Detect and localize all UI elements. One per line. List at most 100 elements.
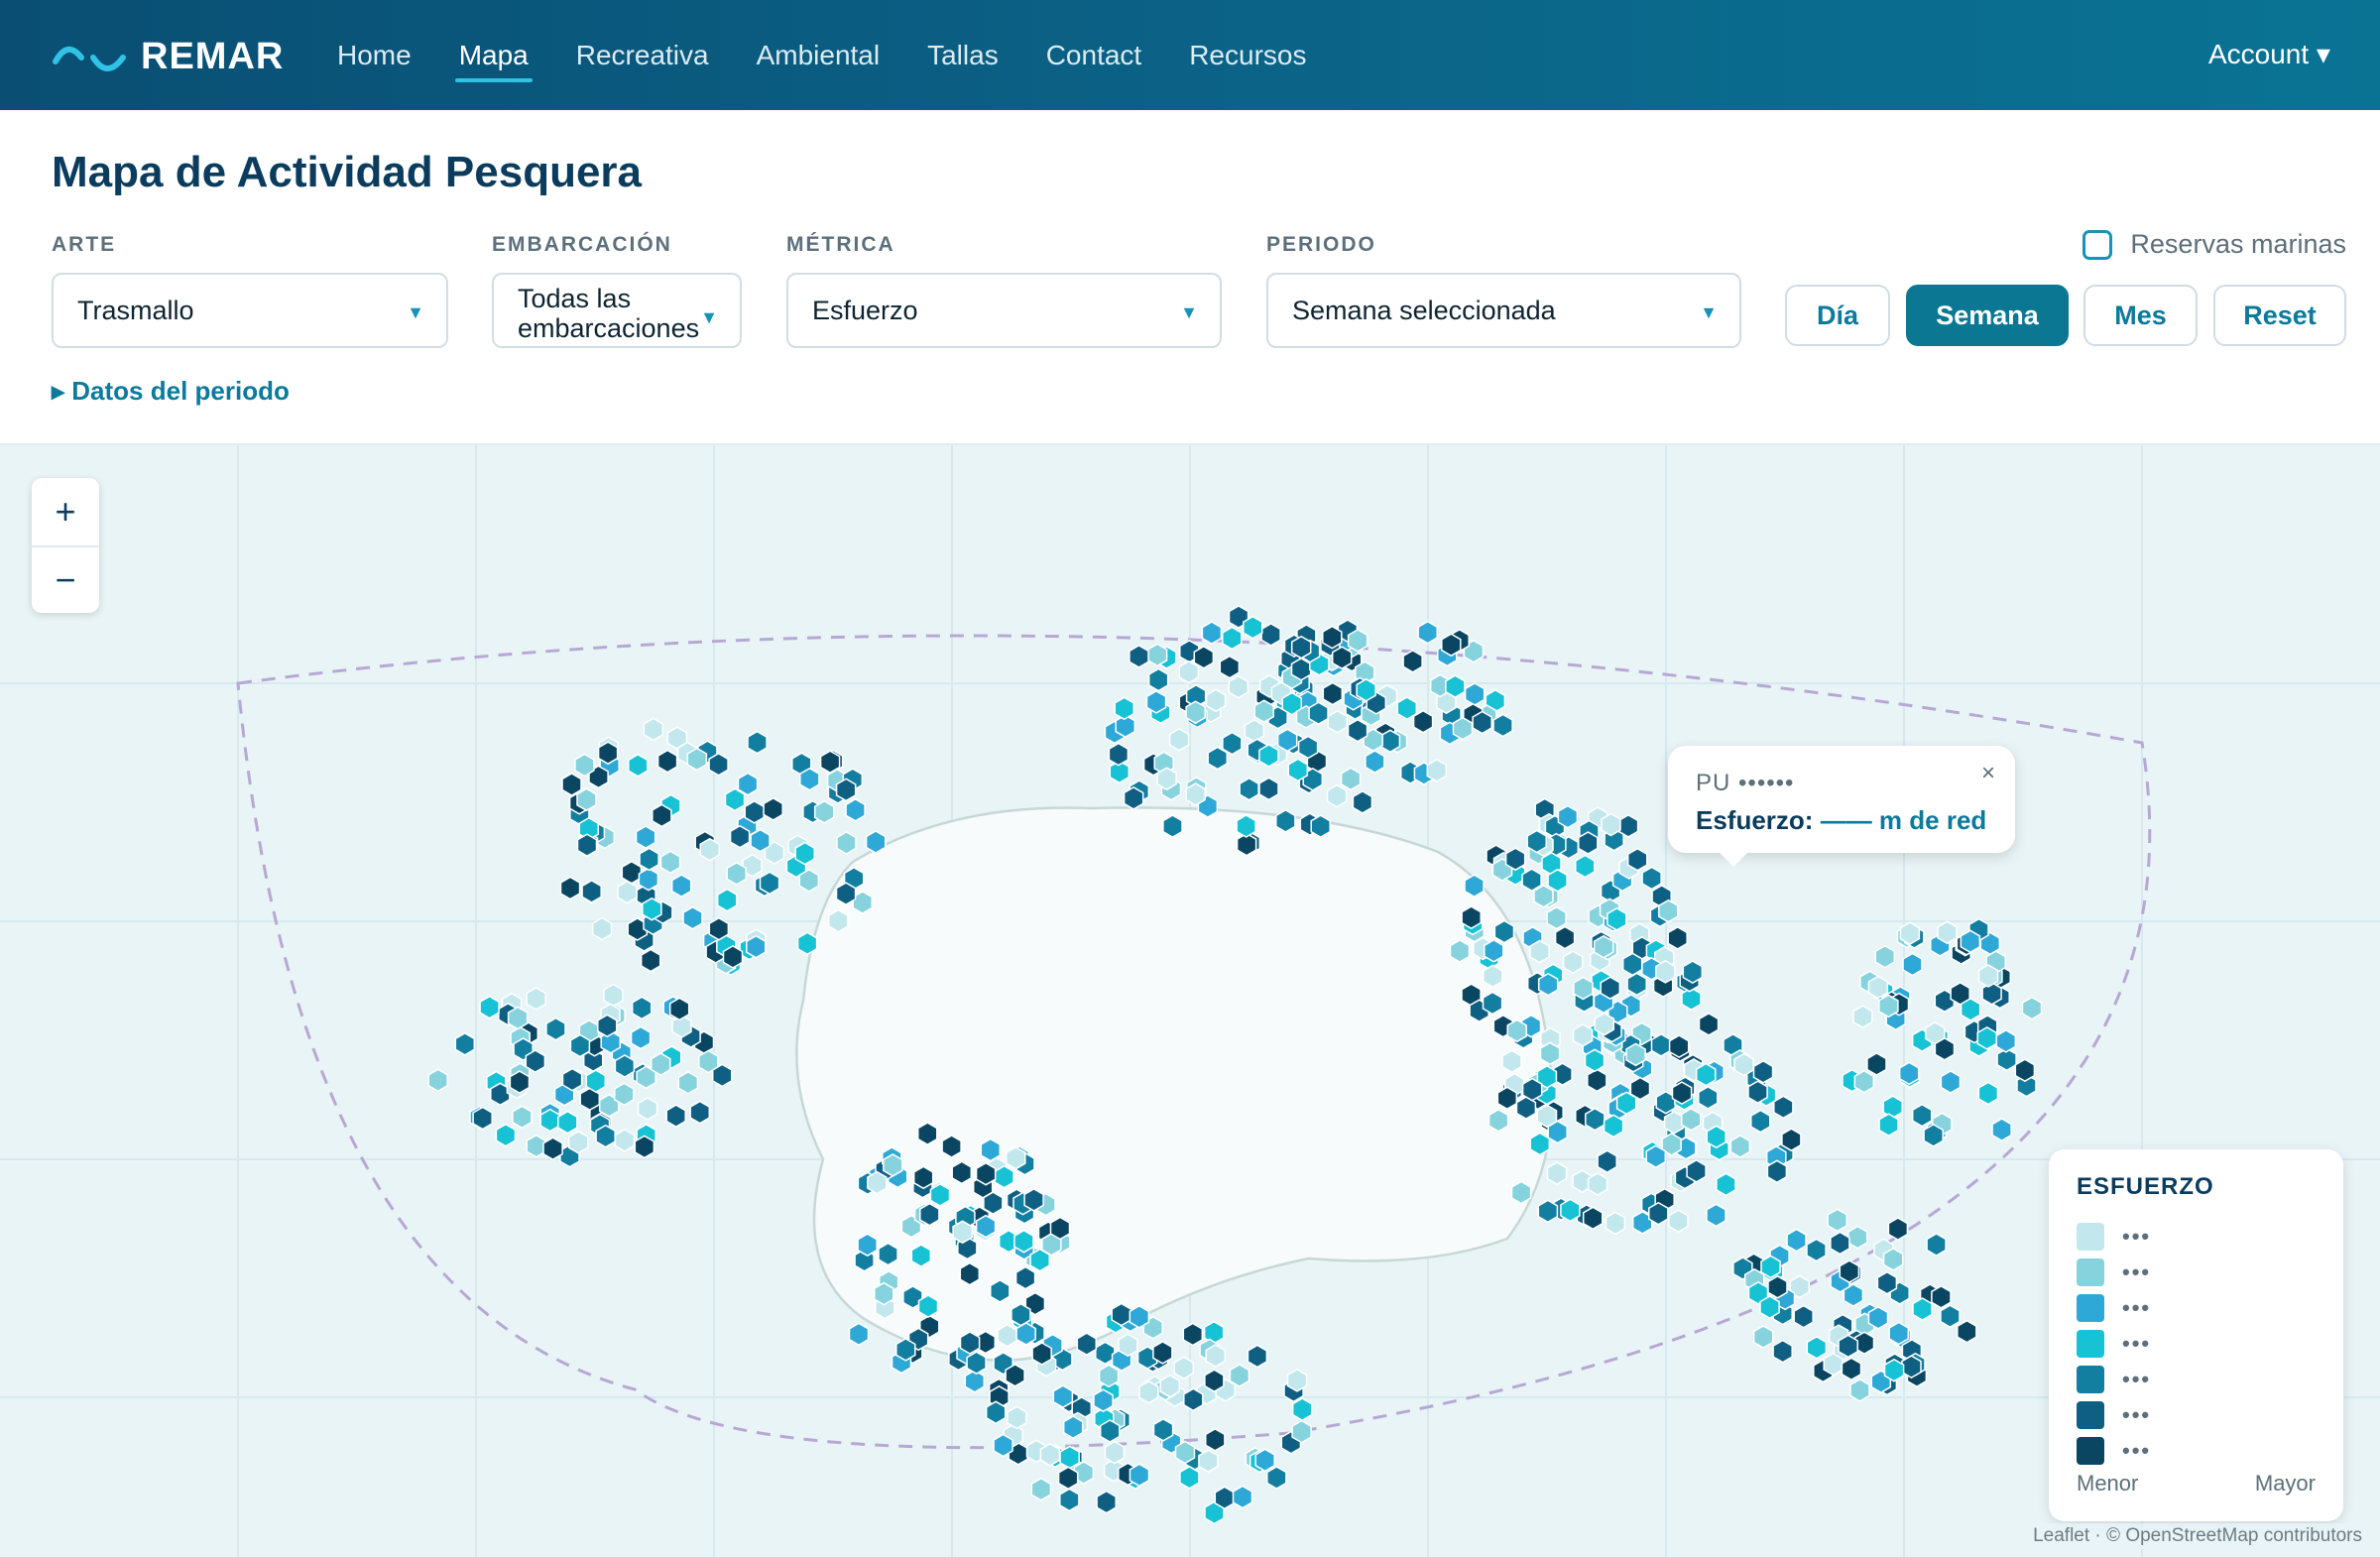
hex-cell[interactable] [1201, 621, 1223, 645]
hex-cell[interactable] [1156, 767, 1177, 791]
hex-cell[interactable] [561, 1067, 583, 1092]
hex-cell[interactable] [1934, 1036, 1956, 1061]
hex-cell[interactable] [1412, 709, 1434, 734]
semana-button[interactable]: Semana [1906, 285, 2069, 346]
hex-cell[interactable] [1347, 718, 1368, 743]
hex-cell[interactable] [910, 1244, 932, 1267]
hex-cell[interactable] [1793, 1304, 1814, 1329]
periodo-select[interactable]: Semana seleccionada ▼ [1266, 273, 1741, 348]
reset-button[interactable]: Reset [2213, 285, 2346, 346]
hex-cell[interactable] [759, 871, 780, 896]
hex-cell[interactable] [1888, 1321, 1910, 1346]
hex-cell[interactable] [631, 996, 653, 1020]
reservas-checkbox[interactable] [2082, 229, 2113, 260]
hex-cell[interactable] [1347, 629, 1368, 653]
hex-cell[interactable] [1706, 1125, 1726, 1149]
hex-cell[interactable] [1146, 643, 1168, 667]
hex-cell[interactable] [708, 916, 730, 941]
hex-cell[interactable] [1594, 1012, 1615, 1036]
hex-cell[interactable] [983, 1191, 1004, 1215]
hex-cell[interactable] [1005, 1363, 1025, 1387]
hex-cell[interactable] [1729, 1135, 1751, 1158]
hex-cell[interactable] [994, 1164, 1014, 1189]
hex-cell[interactable] [1114, 696, 1135, 721]
hex-cell[interactable] [975, 1214, 997, 1239]
hex-cell[interactable] [1781, 1128, 1802, 1152]
metrica-select[interactable]: Esfuerzo ▼ [786, 273, 1222, 348]
hex-cell[interactable] [1554, 925, 1576, 950]
hex-cell[interactable] [1977, 964, 1999, 988]
hex-cell[interactable] [1752, 1325, 1774, 1349]
hex-cell[interactable] [1655, 960, 1676, 984]
hex-cell[interactable] [650, 1052, 671, 1076]
hex-cell[interactable] [966, 1351, 987, 1376]
hex-cell[interactable] [964, 1369, 986, 1393]
hex-cell[interactable] [1526, 829, 1547, 854]
hex-cell[interactable] [652, 803, 672, 828]
hex-cell[interactable] [581, 880, 602, 903]
hex-cell[interactable] [1587, 1068, 1607, 1093]
hex-cell[interactable] [1247, 1344, 1268, 1369]
map-view[interactable]: + − × PU •••••• Esfuerzo: —— m de red ES… [0, 445, 2380, 1557]
hex-cell[interactable] [1029, 1248, 1050, 1272]
hex-cell[interactable] [1911, 1103, 1933, 1128]
hex-cell[interactable] [1449, 939, 1471, 963]
hex-cell[interactable] [1076, 1332, 1098, 1357]
hex-cell[interactable] [1960, 929, 1981, 954]
hex-cell[interactable] [1445, 674, 1466, 699]
hex-cell[interactable] [1253, 699, 1274, 724]
hex-cell[interactable] [1290, 635, 1312, 659]
hex-cell[interactable] [1492, 713, 1513, 738]
hex-cell[interactable] [640, 948, 661, 973]
hex-cell[interactable] [545, 1017, 566, 1041]
hex-cell[interactable] [509, 1070, 531, 1094]
hex-cell[interactable] [1572, 1023, 1594, 1047]
hex-cell[interactable] [1760, 1255, 1781, 1279]
hex-cell[interactable] [747, 730, 768, 755]
hex-cell[interactable] [2014, 1058, 2036, 1083]
hex-cell[interactable] [722, 945, 744, 969]
hex-cell[interactable] [1152, 1417, 1174, 1442]
dia-button[interactable]: Día [1785, 285, 1890, 346]
hex-cell[interactable] [614, 1054, 636, 1078]
hex-cell[interactable] [1940, 1070, 1962, 1094]
nav-recursos[interactable]: Recursos [1189, 0, 1306, 110]
hex-cell[interactable] [1179, 1465, 1200, 1490]
hex-cell[interactable] [1464, 874, 1485, 898]
hex-cell[interactable] [1772, 1339, 1793, 1364]
hex-cell[interactable] [975, 1161, 997, 1186]
hex-cell[interactable] [576, 787, 597, 812]
hex-cell[interactable] [526, 987, 546, 1011]
hex-cell[interactable] [1322, 681, 1344, 706]
hex-cell[interactable] [1482, 964, 1503, 989]
hex-cell[interactable] [1015, 1322, 1036, 1346]
hex-cell[interactable] [1759, 1295, 1780, 1319]
hex-cell[interactable] [595, 1124, 616, 1148]
hex-cell[interactable] [1340, 767, 1362, 791]
hex-cell[interactable] [1308, 701, 1329, 726]
hex-cell[interactable] [1059, 1488, 1080, 1512]
hex-cell[interactable] [1557, 804, 1579, 829]
hex-cell[interactable] [1582, 1206, 1604, 1231]
hex-cell[interactable] [883, 1153, 903, 1177]
hex-cell[interactable] [1923, 1124, 1944, 1147]
hex-cell[interactable] [1546, 905, 1567, 930]
hex-cell[interactable] [642, 897, 662, 921]
hex-cell[interactable] [1878, 994, 1899, 1018]
hex-cell[interactable] [1698, 1013, 1720, 1036]
periodo-details-toggle[interactable]: ▸ Datos del periodo [52, 376, 290, 407]
hex-cell[interactable] [1365, 750, 1385, 774]
arte-select[interactable]: Trasmallo ▼ [52, 273, 448, 348]
hex-cell[interactable] [621, 860, 643, 885]
hex-cell[interactable] [1228, 674, 1250, 699]
hex-cell[interactable] [1310, 814, 1331, 839]
hex-cell[interactable] [1488, 1108, 1509, 1133]
hex-cell[interactable] [699, 837, 720, 862]
hex-cell[interactable] [1159, 1374, 1180, 1398]
hex-cell[interactable] [1847, 1225, 1868, 1250]
hex-cell[interactable] [495, 1123, 517, 1147]
hex-cell[interactable] [1853, 1069, 1875, 1094]
hex-cell[interactable] [867, 1170, 888, 1195]
hex-cell[interactable] [1104, 1440, 1126, 1465]
hex-cell[interactable] [1461, 905, 1482, 929]
